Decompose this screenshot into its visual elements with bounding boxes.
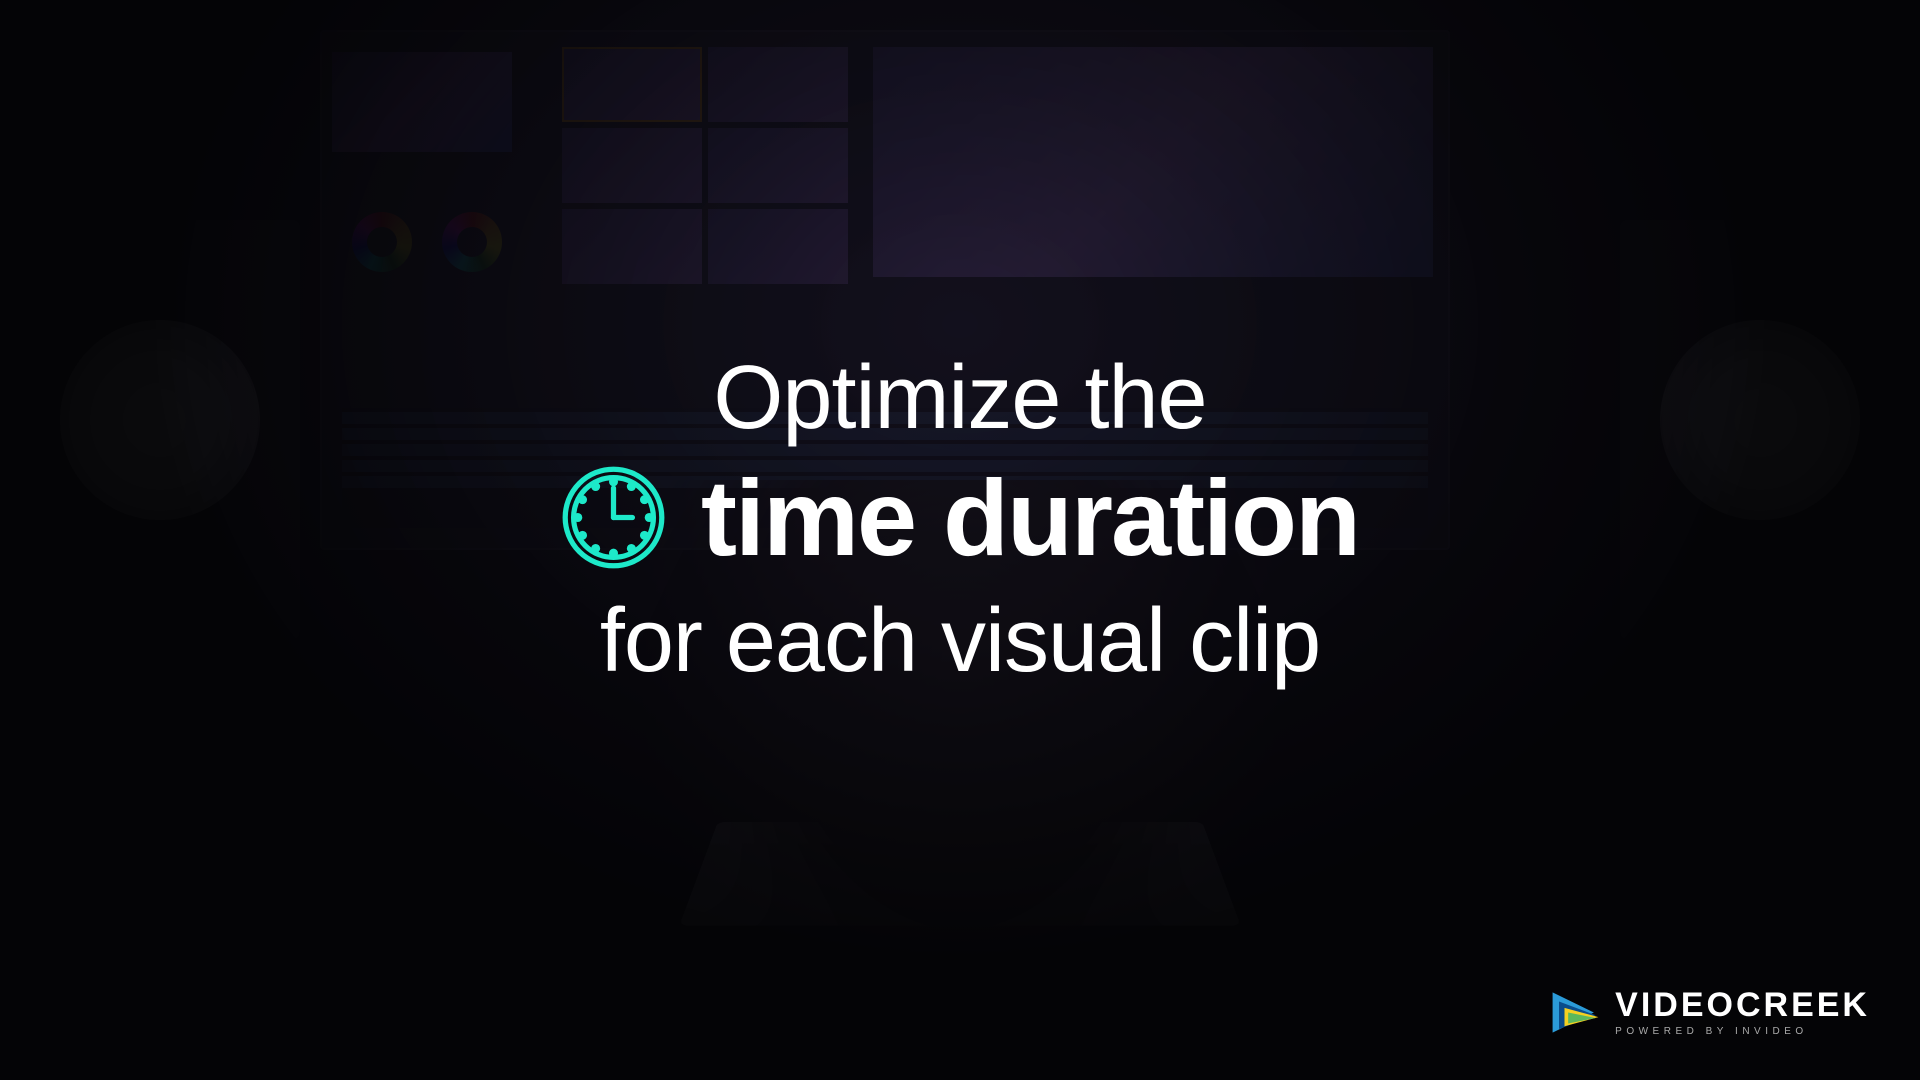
- clock-icon: [561, 465, 666, 570]
- headline-line2-bold: time duration: [701, 455, 1359, 580]
- headline-line1: Optimize the: [561, 347, 1359, 450]
- logo-brand-text: VIDEOCREEK: [1615, 988, 1870, 1022]
- logo-icon: [1548, 985, 1603, 1040]
- content-area: Optimize the: [0, 0, 1920, 1080]
- headline: Optimize the: [561, 347, 1359, 693]
- logo: VIDEOCREEK POWERED BY INVIDEO: [1548, 985, 1870, 1040]
- logo-tagline: POWERED BY INVIDEO: [1615, 1026, 1870, 1037]
- headline-line3: for each visual clip: [561, 590, 1359, 693]
